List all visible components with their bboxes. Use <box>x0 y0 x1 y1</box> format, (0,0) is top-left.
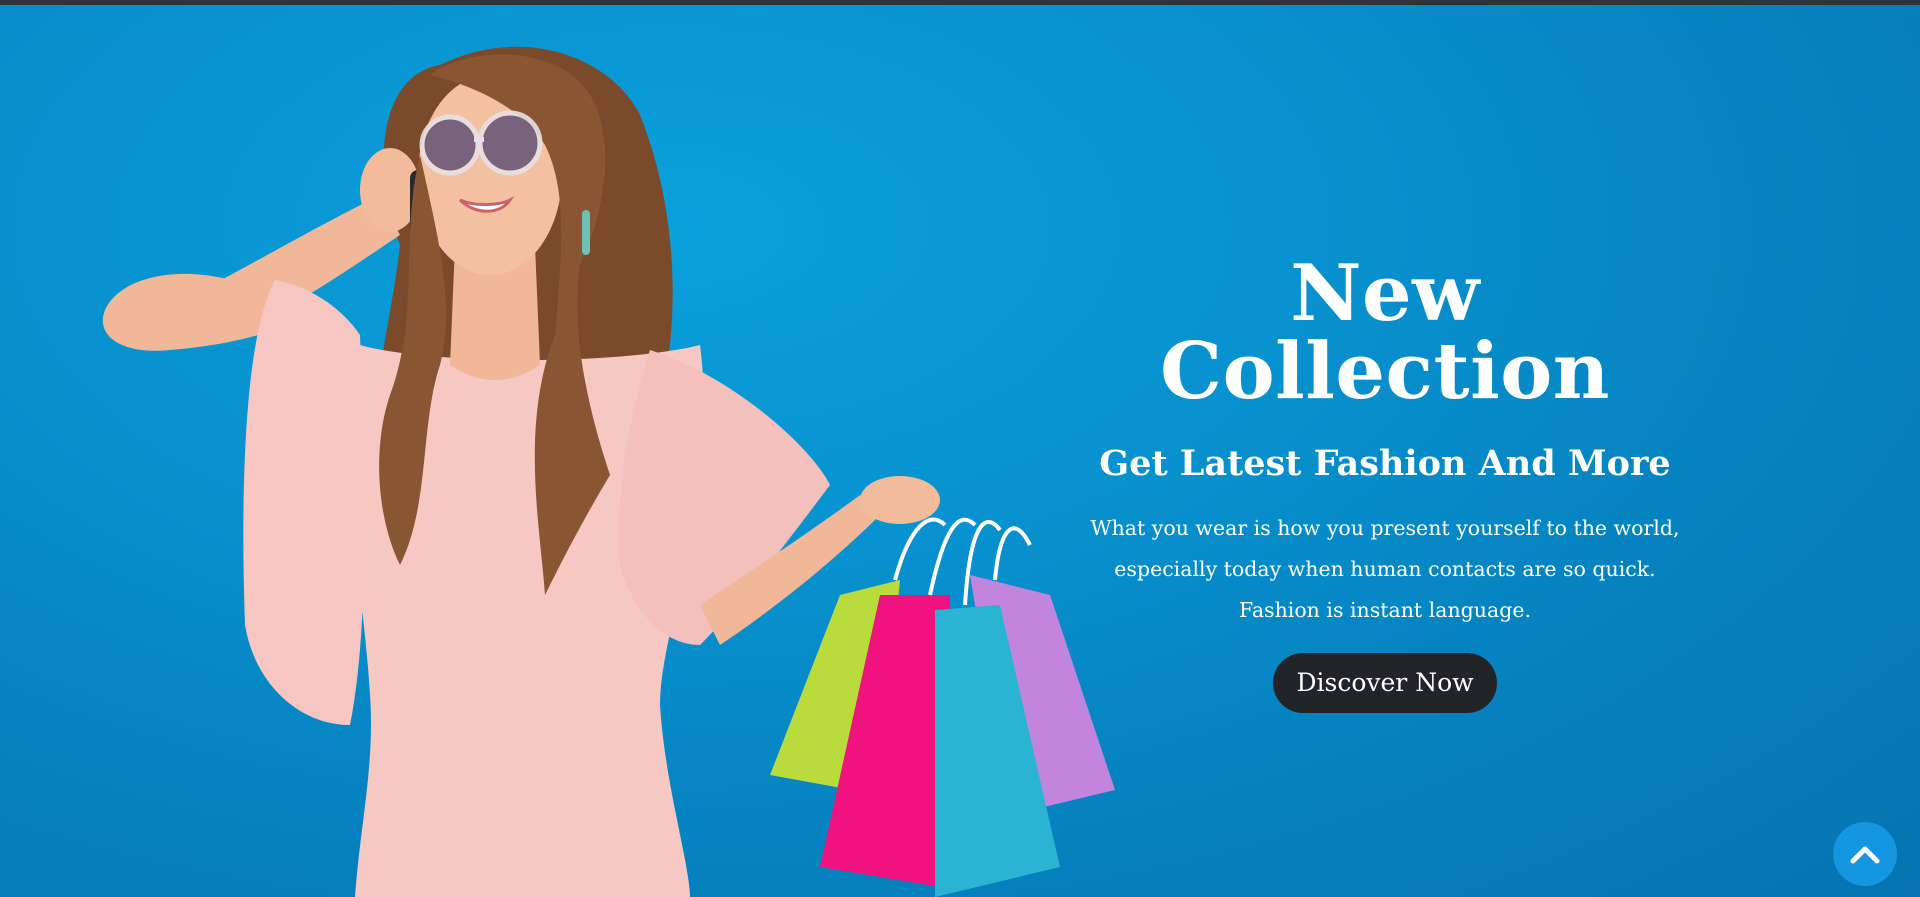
hero-title: New Collection <box>1160 248 1610 417</box>
left-sleeve <box>243 280 365 725</box>
hand-bags <box>860 476 940 524</box>
sunglass-right <box>477 110 543 176</box>
description-line-1: What you wear is how you present yoursel… <box>1090 515 1680 540</box>
hero-content: New Collection Get Latest Fashion And Mo… <box>1070 255 1700 713</box>
sunglass-left <box>419 114 481 176</box>
hero-subtitle: Get Latest Fashion And More <box>1099 443 1671 484</box>
sunglass-bridge <box>474 137 484 142</box>
description-line-3: Fashion is instant language. <box>1239 597 1531 622</box>
hero-description: What you wear is how you present yoursel… <box>1085 508 1685 631</box>
chevron-up-icon <box>1850 846 1880 864</box>
earring <box>582 210 590 255</box>
discover-now-button[interactable]: Discover Now <box>1273 652 1497 713</box>
hero-banner: New Collection Get Latest Fashion And Mo… <box>0 5 1920 897</box>
hero-model-image <box>102 46 1115 897</box>
scroll-to-top-button[interactable] <box>1833 822 1897 886</box>
description-line-2: especially today when human contacts are… <box>1114 556 1656 581</box>
